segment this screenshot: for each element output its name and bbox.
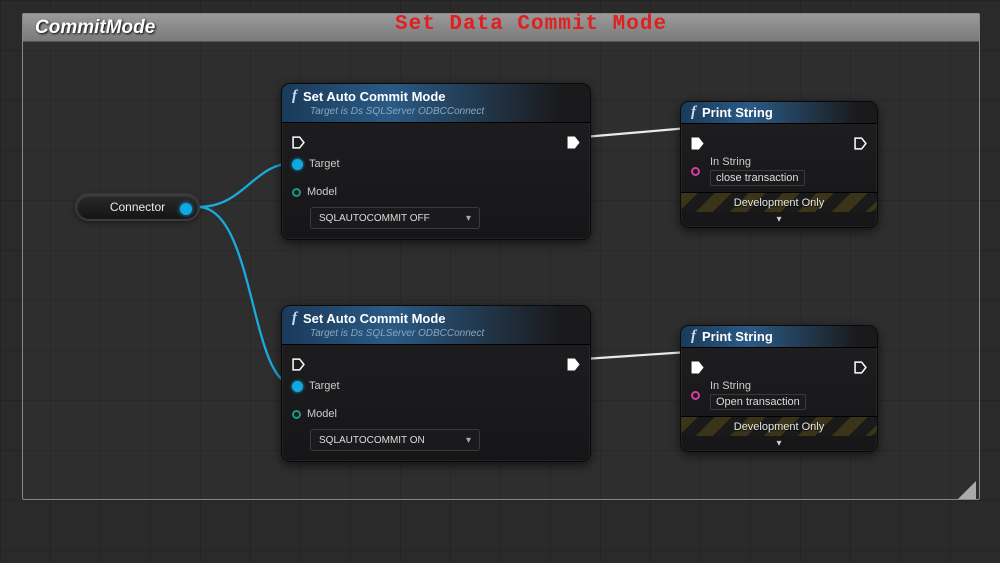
connector-output-pin[interactable] [180, 203, 192, 215]
node-title-text: Set Auto Commit Mode [303, 311, 446, 326]
comment-title: CommitMode [35, 17, 155, 39]
exec-out-pin[interactable] [567, 358, 580, 371]
target-pin[interactable] [292, 159, 303, 170]
dev-only-strip: Development Only [681, 192, 877, 212]
node-header[interactable]: f Print String [681, 326, 877, 348]
model-value: SQLAUTOCOMMIT ON [319, 435, 425, 446]
exec-in-pin[interactable] [292, 358, 305, 371]
node-title-text: Print String [702, 329, 773, 344]
model-label: Model [307, 186, 337, 198]
in-string-input[interactable]: close transaction [710, 170, 805, 186]
function-icon: f [292, 88, 297, 105]
node-title-text: Print String [702, 105, 773, 120]
in-string-pin[interactable] [691, 391, 700, 400]
target-label: Target [309, 158, 340, 170]
in-string-pin[interactable] [691, 167, 700, 176]
expand-chevron-icon[interactable]: ▾ [681, 212, 877, 227]
exec-in-pin[interactable] [691, 137, 704, 150]
connector-variable-node[interactable]: Connector [75, 193, 200, 221]
model-value: SQLAUTOCOMMIT OFF [319, 213, 430, 224]
exec-out-pin[interactable] [567, 136, 580, 149]
target-pin[interactable] [292, 381, 303, 392]
print-string-node-1[interactable]: f Print String In String close transactio… [680, 101, 878, 228]
overlay-title: Set Data Commit Mode [395, 13, 667, 36]
target-label: Target [309, 380, 340, 392]
exec-in-pin[interactable] [292, 136, 305, 149]
resize-handle-icon[interactable] [958, 481, 976, 499]
chevron-down-icon: ▾ [466, 213, 471, 224]
function-icon: f [292, 310, 297, 327]
node-subtitle: Target is Ds SQLServer ODBCConnect [310, 328, 580, 339]
print-string-node-2[interactable]: f Print String In String Open transaction… [680, 325, 878, 452]
node-header[interactable]: f Set Auto Commit Mode Target is Ds SQLSe… [282, 306, 590, 345]
dev-only-label: Development Only [734, 421, 825, 433]
expand-chevron-icon[interactable]: ▾ [681, 436, 877, 451]
connector-label: Connector [110, 200, 165, 214]
model-pin[interactable] [292, 188, 301, 197]
model-dropdown[interactable]: SQLAUTOCOMMIT OFF ▾ [310, 207, 480, 229]
dev-only-strip: Development Only [681, 416, 877, 436]
function-icon: f [691, 328, 696, 345]
in-string-label: In String [710, 156, 805, 168]
exec-out-pin[interactable] [854, 137, 867, 150]
dev-only-label: Development Only [734, 197, 825, 209]
function-icon: f [691, 104, 696, 121]
chevron-down-icon: ▾ [466, 435, 471, 446]
set-auto-commit-node-2[interactable]: f Set Auto Commit Mode Target is Ds SQLSe… [281, 305, 591, 462]
exec-in-pin[interactable] [691, 361, 704, 374]
node-title-text: Set Auto Commit Mode [303, 89, 446, 104]
node-header[interactable]: f Set Auto Commit Mode Target is Ds SQLSe… [282, 84, 590, 123]
in-string-label: In String [710, 380, 806, 392]
model-dropdown[interactable]: SQLAUTOCOMMIT ON ▾ [310, 429, 480, 451]
model-pin[interactable] [292, 410, 301, 419]
node-header[interactable]: f Print String [681, 102, 877, 124]
model-label: Model [307, 408, 337, 420]
node-subtitle: Target is Ds SQLServer ODBCConnect [310, 106, 580, 117]
in-string-input[interactable]: Open transaction [710, 394, 806, 410]
set-auto-commit-node-1[interactable]: f Set Auto Commit Mode Target is Ds SQLSe… [281, 83, 591, 240]
exec-out-pin[interactable] [854, 361, 867, 374]
